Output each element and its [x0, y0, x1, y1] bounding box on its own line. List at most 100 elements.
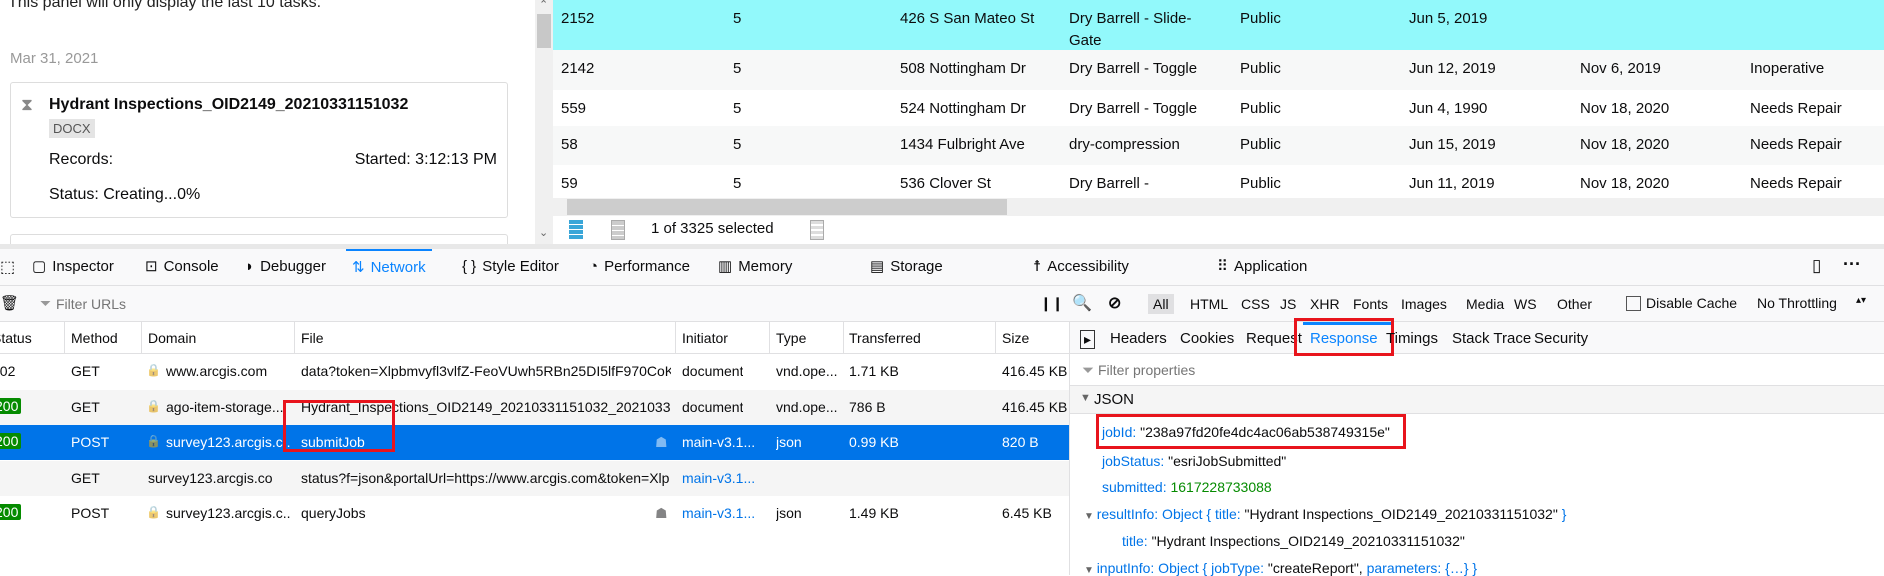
- disable-cache-checkbox[interactable]: [1626, 296, 1641, 311]
- tab-debugger[interactable]: ◗ Debugger: [245, 249, 326, 285]
- filter-xhr[interactable]: XHR: [1305, 294, 1345, 314]
- table-row[interactable]: 2142 5 508 Nottingham Dr Dry Barrell - Togg…: [553, 50, 1884, 90]
- chevron-up-icon[interactable]: ⌃: [539, 0, 548, 11]
- table-row[interactable]: 559 5 524 Nottingham Dr Dry Barrell - Toggl…: [553, 90, 1884, 126]
- devtools-toolbar: ⬚ ▯ ··· ▢ Inspector ⊡ Console ◗ Debugger ⇅ Netw…: [0, 249, 1884, 286]
- filter-images[interactable]: Images: [1396, 294, 1452, 314]
- pause-icon[interactable]: ❙❙: [1040, 295, 1063, 312]
- show-all-icon[interactable]: [569, 220, 583, 240]
- network-table-header: Status Method Domain File Initiator Type Trans…: [0, 322, 1069, 354]
- tab-style-editor[interactable]: { } Style Editor: [462, 249, 559, 285]
- responsive-mode-icon[interactable]: ▯: [1812, 256, 1821, 276]
- filter-css[interactable]: CSS: [1236, 294, 1275, 314]
- table-cell: 508 Nottingham Dr: [900, 60, 1026, 77]
- request-method: POST: [71, 505, 110, 521]
- tab-console[interactable]: ⊡ Console: [145, 249, 219, 285]
- column-header[interactable]: Method: [71, 330, 118, 346]
- filter-properties-input[interactable]: [1098, 359, 1598, 381]
- json-inputinfo[interactable]: ▼ inputInfo: Object { jobType: "createRe…: [1084, 560, 1477, 576]
- request-initiator: main-v3.1...: [682, 469, 756, 486]
- pick-element-icon[interactable]: ⬚: [0, 257, 15, 277]
- json-header[interactable]: ▼ JSON: [1070, 386, 1884, 414]
- column-header[interactable]: Transferred: [849, 330, 921, 346]
- tab-accessibility[interactable]: ☨ Accessibility: [1033, 249, 1129, 285]
- request-domain: www.arcgis.com: [166, 363, 268, 379]
- column-header[interactable]: Size: [1002, 330, 1029, 346]
- request-domain: survey123.arcgis.com: [148, 469, 272, 486]
- task-card[interactable]: ⧗ Hydrant Inspections_OID2149_2021033115…: [10, 82, 508, 218]
- request-method: GET: [71, 469, 100, 486]
- filter-fonts[interactable]: Fonts: [1348, 294, 1393, 314]
- json-resultinfo[interactable]: ▼ resultInfo: Object { title: "Hydrant I…: [1084, 506, 1566, 522]
- column-header[interactable]: Initiator: [682, 330, 728, 346]
- lock-icon: 🔒: [146, 505, 161, 519]
- tab-network[interactable]: ⇅ Network: [346, 249, 432, 285]
- trash-icon[interactable]: 🗑: [0, 294, 19, 312]
- brace: parameters: {…} }: [1366, 560, 1478, 576]
- table-cell: 536 Clover St: [900, 175, 991, 192]
- filter-other[interactable]: Other: [1552, 294, 1597, 314]
- tab-memory[interactable]: ▥ Memory: [718, 249, 792, 285]
- json-jobstatus[interactable]: jobStatus: "esriJobSubmitted": [1102, 453, 1286, 469]
- search-icon[interactable]: 🔍: [1072, 293, 1092, 313]
- table-cell: Jun 5, 2019: [1409, 10, 1488, 27]
- request-initiator: document: [682, 398, 744, 415]
- table-row[interactable]: 2152 5 426 S San Mateo St Dry Barrell - Sli…: [553, 0, 1884, 50]
- table-options-icon[interactable]: [810, 220, 824, 240]
- column-divider[interactable]: [141, 322, 142, 354]
- tab-storage[interactable]: ▤ Storage: [870, 249, 943, 285]
- request-row[interactable]: 200GETago-item-storage...Hydrant_Inspect…: [0, 389, 1069, 425]
- request-row[interactable]: GET survey123.arcgis.com status?f=json&por…: [0, 460, 1069, 496]
- request-row[interactable]: 302 GET www.arcgis.com data?token=Xlpbmvyfl…: [0, 354, 1069, 389]
- task-card[interactable]: [10, 234, 508, 244]
- json-title[interactable]: title: "Hydrant Inspections_OID2149_2021…: [1122, 533, 1465, 549]
- request-size: 416.45 KB: [1002, 398, 1068, 415]
- tab-inspector[interactable]: ▢ Inspector: [32, 249, 114, 285]
- tab-timings[interactable]: Timings: [1386, 330, 1438, 347]
- column-divider[interactable]: [675, 322, 676, 354]
- request-file: status?f=json&portalUrl=https://www.arcg…: [301, 469, 670, 486]
- filter-urls-input[interactable]: [56, 292, 956, 316]
- value: "Hydrant Inspections_OID2149_20210331151…: [1244, 506, 1558, 522]
- tracker-icon: ☗: [655, 505, 668, 521]
- toggle-sidebar-icon[interactable]: ▸: [1080, 330, 1096, 349]
- column-header[interactable]: File: [301, 330, 324, 346]
- json-submitted[interactable]: submitted: 1617228733088: [1102, 479, 1272, 495]
- column-divider[interactable]: [64, 322, 65, 354]
- throttling-select[interactable]: No Throttling: [1757, 295, 1837, 311]
- tab-application[interactable]: ⠿ Application: [1217, 249, 1307, 285]
- column-header[interactable]: Type: [776, 330, 806, 346]
- column-header[interactable]: Status: [0, 330, 32, 346]
- block-icon[interactable]: ⊘: [1108, 293, 1121, 313]
- filter-js[interactable]: JS: [1275, 294, 1301, 314]
- column-divider[interactable]: [995, 322, 996, 354]
- filter-media[interactable]: Media: [1461, 294, 1509, 314]
- filter-html[interactable]: HTML: [1185, 294, 1233, 314]
- hourglass-icon: ⧗: [21, 95, 33, 114]
- table-cell: 58: [561, 136, 578, 153]
- chevron-down-icon[interactable]: ⌄: [539, 226, 548, 239]
- filter-ws[interactable]: WS: [1509, 294, 1542, 314]
- request-row[interactable]: 200 POST survey123.arcgis.c... queryJobs mai…: [0, 496, 1069, 531]
- show-selected-icon[interactable]: [611, 220, 625, 240]
- filter-all[interactable]: All: [1148, 294, 1174, 314]
- table-cell: Public: [1240, 60, 1281, 77]
- throttling-arrows-icon: ▴▾: [1856, 295, 1867, 306]
- column-header[interactable]: Domain: [148, 330, 196, 346]
- column-divider[interactable]: [769, 322, 770, 354]
- tab-cookies[interactable]: Cookies: [1180, 330, 1234, 347]
- tab-performance[interactable]: ◔ Performance: [589, 249, 690, 285]
- more-options-icon[interactable]: ···: [1843, 254, 1861, 275]
- table-row[interactable]: 59 5 536 Clover St Dry Barrell - Public Jun 1…: [553, 165, 1884, 198]
- tracker-icon: ☗: [655, 434, 668, 450]
- request-row[interactable]: 200POSTsurvey123.arcgis.c...submitJobmai…: [0, 425, 1069, 460]
- horizontal-scrollbar[interactable]: [553, 198, 1884, 216]
- vertical-scrollbar[interactable]: ⌃ ⌄: [535, 0, 553, 244]
- tab-headers[interactable]: Headers: [1110, 330, 1167, 347]
- table-row[interactable]: 58 5 1434 Fulbright Ave dry-compression Publ…: [553, 126, 1884, 165]
- column-divider[interactable]: [843, 322, 844, 354]
- tab-security[interactable]: Security: [1534, 330, 1588, 347]
- column-divider[interactable]: [294, 322, 295, 354]
- table-cell: Nov 6, 2019: [1580, 60, 1661, 77]
- tab-stack-trace[interactable]: Stack Trace: [1452, 330, 1531, 347]
